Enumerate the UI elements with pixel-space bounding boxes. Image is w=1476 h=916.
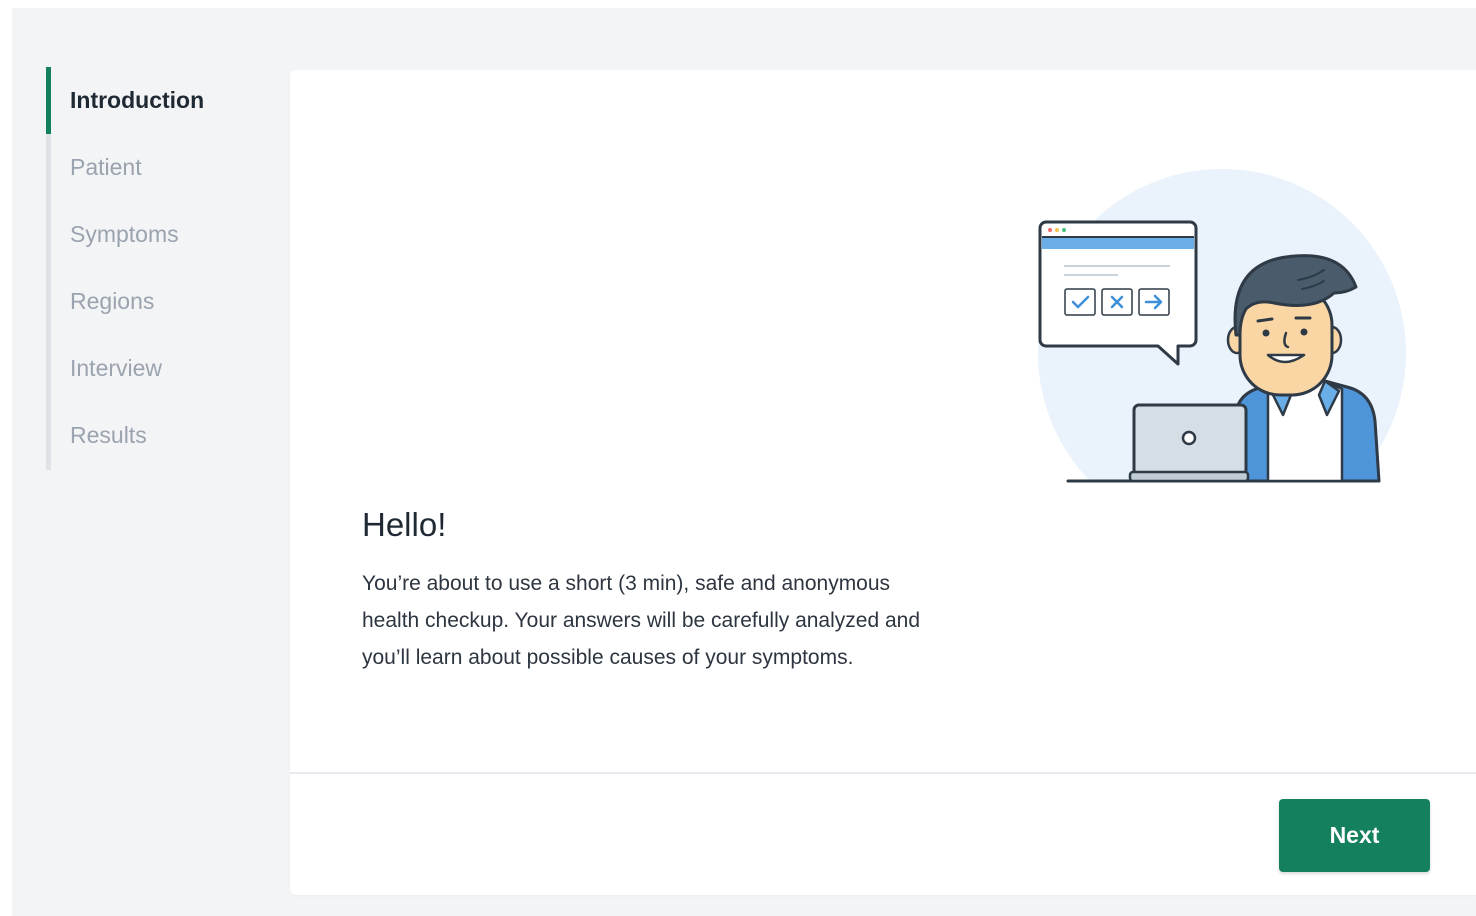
step-label: Interview bbox=[70, 355, 163, 381]
footer-divider bbox=[290, 772, 1476, 774]
step-label: Symptoms bbox=[70, 221, 179, 247]
page-title: Hello! bbox=[362, 506, 447, 543]
step-introduction[interactable]: Introduction bbox=[46, 67, 266, 134]
step-symptoms[interactable]: Symptoms bbox=[46, 201, 266, 268]
check-icon bbox=[1064, 288, 1096, 316]
step-patient[interactable]: Patient bbox=[46, 134, 266, 201]
step-interview[interactable]: Interview bbox=[46, 335, 266, 402]
step-label: Patient bbox=[70, 154, 142, 180]
doctor-illustration bbox=[1030, 169, 1420, 490]
chat-window-icon bbox=[1038, 220, 1198, 366]
next-button[interactable]: Next bbox=[1279, 799, 1430, 872]
step-regions[interactable]: Regions bbox=[46, 268, 266, 335]
intro-text: You’re about to use a short (3 min), saf… bbox=[362, 572, 921, 669]
step-label: Regions bbox=[70, 288, 155, 314]
close-icon bbox=[1101, 288, 1133, 316]
step-label: Results bbox=[70, 422, 147, 448]
arrow-right-icon bbox=[1138, 288, 1170, 316]
laptop-icon bbox=[1128, 403, 1250, 483]
step-results[interactable]: Results bbox=[46, 402, 266, 469]
step-label: Introduction bbox=[70, 87, 205, 113]
